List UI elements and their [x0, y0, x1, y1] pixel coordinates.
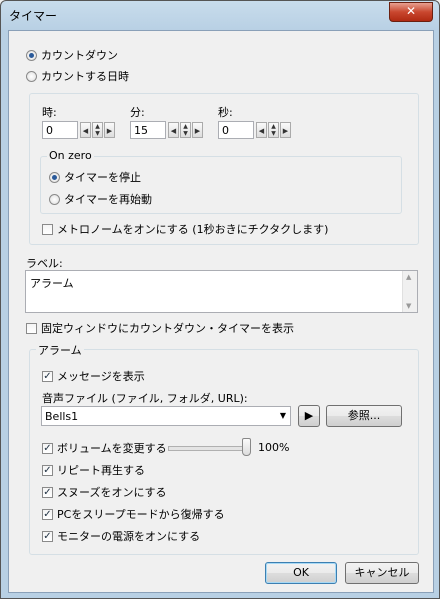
stop-timer-radio-indicator[interactable] — [49, 171, 60, 183]
show-message-label: メッセージを表示 — [57, 370, 145, 383]
sound-file-value: Bells1 — [45, 410, 79, 423]
fixed-window-checkbox[interactable]: 固定ウィンドウにカウントダウン・タイマーを表示 — [26, 320, 294, 336]
scroll-up-icon[interactable]: ▲ — [406, 273, 411, 281]
seconds-input[interactable]: 0 — [218, 121, 254, 139]
label-caption: ラベル: — [26, 257, 63, 270]
metronome-checkbox[interactable]: メトロノームをオンにする (1秒おきにチクタクします) — [42, 221, 328, 237]
volume-slider-track[interactable] — [168, 446, 248, 451]
timer-dialog: タイマー ✕ カウントダウン カウントする日時 時: 分: 秒: 0 ◀ ▲ ▼ … — [0, 0, 440, 599]
alarm-title: アラーム — [36, 342, 84, 358]
wake-pc-checkbox[interactable]: ✓ PCをスリープモードから復帰する — [42, 506, 225, 522]
fixed-window-label: 固定ウィンドウにカウントダウン・タイマーを表示 — [41, 322, 294, 335]
metronome-label: メトロノームをオンにする (1秒おきにチクタクします) — [57, 223, 329, 236]
restart-timer-radio-indicator[interactable] — [49, 193, 60, 205]
alarm-group: アラーム ✓ メッセージを表示 音声ファイル (ファイル, フォルダ, URL):… — [29, 342, 419, 555]
datetime-label: カウントする日時 — [41, 70, 129, 83]
snooze-label: スヌーズをオンにする — [57, 486, 167, 499]
dropdown-arrow-icon[interactable]: ▼ — [280, 411, 286, 420]
show-message-checkbox[interactable]: ✓ メッセージを表示 — [42, 368, 145, 384]
down-arrow-icon[interactable]: ▼ — [93, 130, 102, 137]
restart-timer-radio[interactable]: タイマーを再始動 — [49, 191, 152, 207]
fixed-window-check-indicator[interactable] — [26, 322, 37, 334]
datetime-radio[interactable]: カウントする日時 — [26, 68, 129, 84]
countdown-label: カウントダウン — [41, 49, 118, 62]
seconds-increase-button[interactable]: ▶ — [280, 122, 291, 138]
down-arrow-icon[interactable]: ▼ — [181, 130, 190, 137]
window-title: タイマー — [9, 9, 58, 23]
minutes-decrease-button[interactable]: ◀ — [168, 122, 179, 138]
change-volume-checkbox[interactable]: ✓ ボリュームを変更する — [42, 440, 167, 456]
hours-updown-button[interactable]: ▲ ▼ — [92, 122, 103, 138]
sound-file-label: 音声ファイル (ファイル, フォルダ, URL): — [42, 392, 248, 405]
play-button[interactable]: ▶ — [298, 405, 320, 427]
volume-slider-thumb[interactable] — [242, 438, 251, 456]
label-textarea[interactable]: アラーム ▲ ▼ — [25, 270, 418, 313]
on-zero-title: On zero — [47, 149, 94, 162]
restart-timer-label: タイマーを再始動 — [64, 193, 152, 206]
minutes-updown-button[interactable]: ▲ ▼ — [180, 122, 191, 138]
metronome-check-indicator[interactable] — [42, 223, 53, 235]
label-text: アラーム — [30, 277, 74, 290]
cancel-button[interactable]: キャンセル — [345, 562, 419, 584]
seconds-spinner[interactable]: ◀ ▲ ▼ ▶ — [256, 122, 291, 140]
hours-spinner[interactable]: ◀ ▲ ▼ ▶ — [80, 122, 115, 140]
title-bar[interactable]: タイマー ✕ — [1, 1, 439, 29]
monitor-on-check-indicator[interactable]: ✓ — [42, 530, 53, 542]
dialog-body: カウントダウン カウントする日時 時: 分: 秒: 0 ◀ ▲ ▼ ▶ 15 ◀ … — [8, 30, 434, 593]
hours-increase-button[interactable]: ▶ — [104, 122, 115, 138]
countdown-radio-indicator[interactable] — [26, 49, 37, 61]
change-volume-check-indicator[interactable]: ✓ — [42, 442, 53, 454]
snooze-checkbox[interactable]: ✓ スヌーズをオンにする — [42, 484, 167, 500]
seconds-decrease-button[interactable]: ◀ — [256, 122, 267, 138]
stop-timer-label: タイマーを停止 — [64, 171, 141, 184]
repeat-label: リピート再生する — [57, 464, 145, 477]
repeat-check-indicator[interactable]: ✓ — [42, 464, 53, 476]
ok-button[interactable]: OK — [265, 562, 337, 584]
wake-pc-label: PCをスリープモードから復帰する — [57, 508, 225, 521]
up-arrow-icon[interactable]: ▲ — [93, 123, 102, 130]
change-volume-label: ボリュームを変更する — [57, 442, 167, 455]
hours-label: 時: — [42, 106, 57, 119]
seconds-label: 秒: — [218, 106, 233, 119]
seconds-updown-button[interactable]: ▲ ▼ — [268, 122, 279, 138]
show-message-check-indicator[interactable]: ✓ — [42, 370, 53, 382]
down-arrow-icon[interactable]: ▼ — [269, 130, 278, 137]
on-zero-group: On zero タイマーを停止 タイマーを再始動 — [40, 149, 402, 214]
monitor-on-label: モニターの電源をオンにする — [57, 530, 201, 543]
volume-percent: 100% — [258, 441, 290, 454]
minutes-spinner[interactable]: ◀ ▲ ▼ ▶ — [168, 122, 203, 140]
hours-input[interactable]: 0 — [42, 121, 78, 139]
minutes-label: 分: — [130, 106, 145, 119]
repeat-checkbox[interactable]: ✓ リピート再生する — [42, 462, 145, 478]
datetime-radio-indicator[interactable] — [26, 70, 37, 82]
countdown-radio[interactable]: カウントダウン — [26, 47, 118, 63]
time-group: 時: 分: 秒: 0 ◀ ▲▼ ▶ 15 ◀ ▲▼ ▶ 0 ◀ ▲▼ ▶ — [29, 93, 419, 245]
hours-decrease-button[interactable]: ◀ — [80, 122, 91, 138]
scroll-down-icon[interactable]: ▼ — [406, 302, 411, 310]
stop-timer-radio[interactable]: タイマーを停止 — [49, 169, 141, 185]
snooze-check-indicator[interactable]: ✓ — [42, 486, 53, 498]
up-arrow-icon[interactable]: ▲ — [181, 123, 190, 130]
close-button[interactable]: ✕ — [389, 2, 433, 22]
label-scrollbar[interactable]: ▲ ▼ — [402, 271, 417, 312]
minutes-input[interactable]: 15 — [130, 121, 166, 139]
monitor-on-checkbox[interactable]: ✓ モニターの電源をオンにする — [42, 528, 200, 544]
up-arrow-icon[interactable]: ▲ — [269, 123, 278, 130]
wake-pc-check-indicator[interactable]: ✓ — [42, 508, 53, 520]
sound-file-combo[interactable]: Bells1 ▼ — [41, 406, 291, 426]
browse-button[interactable]: 参照... — [326, 405, 402, 427]
minutes-increase-button[interactable]: ▶ — [192, 122, 203, 138]
